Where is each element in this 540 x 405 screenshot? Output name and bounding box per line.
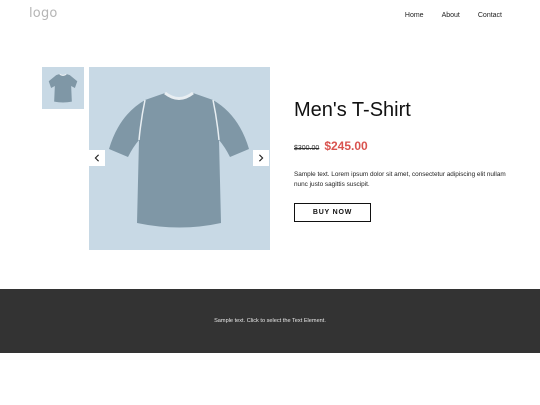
sale-price: $245.00 (324, 139, 368, 153)
price-row: $300.00 $245.00 (294, 139, 368, 153)
chevron-right-icon (259, 154, 264, 162)
site-footer: Sample text. Click to select the Text El… (0, 289, 540, 353)
product-image (89, 67, 270, 250)
product-thumbnail[interactable] (42, 67, 84, 109)
chevron-left-icon (94, 154, 99, 162)
logo[interactable]: logo (29, 6, 58, 21)
old-price: $300.00 (294, 145, 320, 152)
gallery-prev-button[interactable] (89, 150, 105, 166)
site-header: logo Home About Contact (0, 0, 540, 34)
nav-home-link[interactable]: Home (405, 12, 424, 19)
tshirt-thumbnail-icon (48, 73, 78, 103)
buy-now-button[interactable]: BUY NOW (294, 203, 371, 222)
main-nav: Home About Contact (405, 12, 502, 19)
tshirt-image (109, 91, 249, 228)
footer-text: Sample text. Click to select the Text El… (214, 318, 326, 324)
nav-about-link[interactable]: About (442, 12, 460, 19)
product-title: Men's T-Shirt (294, 99, 411, 121)
nav-contact-link[interactable]: Contact (478, 12, 502, 19)
product-description: Sample text. Lorem ipsum dolor sit amet,… (294, 171, 506, 188)
gallery-next-button[interactable] (253, 150, 269, 166)
